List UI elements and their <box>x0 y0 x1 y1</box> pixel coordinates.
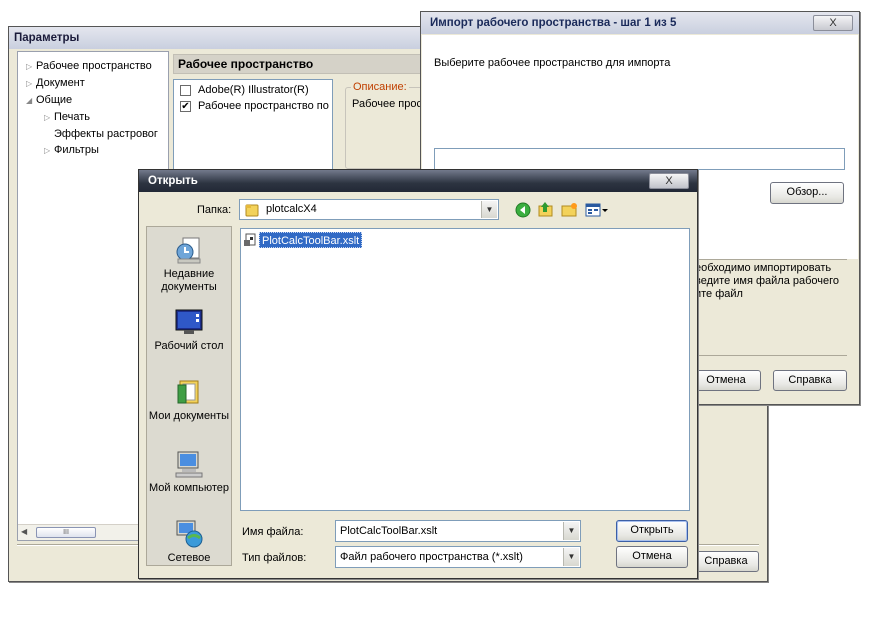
tree-item[interactable]: ▷ Печать <box>20 109 158 126</box>
close-icon: X <box>665 175 673 187</box>
open-titlebar[interactable]: Открыть <box>139 170 697 192</box>
close-icon: X <box>829 17 837 29</box>
scroll-left-arrow-icon[interactable]: ◀ <box>21 527 27 536</box>
import-prompt: Выберите рабочее пространство для импорт… <box>434 57 671 69</box>
tree-item[interactable]: Эффекты растровог <box>20 126 158 142</box>
import-titlebar[interactable]: Импорт рабочего пространства - шаг 1 из … <box>421 12 859 34</box>
folder-label: Папка: <box>197 204 232 216</box>
back-icon[interactable] <box>515 202 531 218</box>
tree-item[interactable]: ▷ Фильтры <box>20 142 158 159</box>
info-line: ите файл <box>695 288 743 300</box>
workspace-item[interactable]: ✔ Рабочее пространство по <box>180 98 329 114</box>
expander-icon[interactable]: ▷ <box>26 76 36 92</box>
help-button-params[interactable]: Справка <box>693 551 759 572</box>
import-title: Импорт рабочего пространства - шаг 1 из … <box>430 17 677 29</box>
expander-icon[interactable]: ◢ <box>26 93 36 109</box>
view-menu-icon[interactable] <box>585 202 609 218</box>
tree-item-label: Общие <box>36 94 73 106</box>
place-recent[interactable]: Недавние документы <box>147 235 231 294</box>
import-cancel-button[interactable]: Отмена <box>691 370 761 391</box>
my-documents-icon <box>177 380 199 404</box>
up-folder-icon[interactable] <box>537 201 555 217</box>
place-recent-label: Недавние документы <box>161 268 217 293</box>
open-close-button[interactable]: X <box>649 173 689 189</box>
folder-value: plotcalcX4 <box>266 203 317 215</box>
network-icon <box>176 520 203 548</box>
import-close-button[interactable]: X <box>813 15 853 31</box>
scroll-thumb[interactable]: III <box>36 527 96 538</box>
places-bar: Недавние документы Рабочий стол Мои доку… <box>146 226 232 566</box>
place-network-label: Сетевое <box>167 552 211 564</box>
tree-item-label: Документ <box>36 77 85 89</box>
desktop-icon <box>175 309 203 334</box>
place-my-documents[interactable]: Мои документы <box>147 377 231 423</box>
tree-item-label: Рабочее пространство <box>36 60 152 72</box>
settings-tree: ▷ Рабочее пространство ▷ Документ ◢ Общие ▷ Печ… <box>20 58 158 159</box>
expander-icon[interactable]: ▷ <box>44 110 54 126</box>
file-list[interactable]: PlotCalcToolBar.xslt <box>240 228 690 511</box>
new-folder-icon[interactable] <box>561 202 579 218</box>
tree-item[interactable]: ▷ Рабочее пространство <box>20 58 158 75</box>
xslt-file-icon <box>244 233 256 246</box>
filename-combo[interactable]: PlotCalcToolBar.xslt ▼ <box>335 520 581 542</box>
open-file-dialog: Открыть X Папка: plotcalcX4 ▼ Недавние д… <box>138 169 698 579</box>
help-label: Справка <box>788 374 832 386</box>
checkbox[interactable] <box>180 85 191 96</box>
folder-combo[interactable]: plotcalcX4 ▼ <box>239 199 499 220</box>
description-label: Описание: <box>351 81 409 93</box>
place-network[interactable]: Сетевое <box>147 519 231 565</box>
import-help-button[interactable]: Справка <box>773 370 847 391</box>
tree-item-label: Печать <box>54 111 91 123</box>
workspace-path-input[interactable] <box>434 148 845 170</box>
place-desktop[interactable]: Рабочий стол <box>147 307 231 353</box>
place-desktop-label: Рабочий стол <box>154 340 224 352</box>
tree-item[interactable]: ▷ Документ <box>20 75 158 92</box>
chevron-down-icon[interactable]: ▼ <box>563 548 579 566</box>
expander-icon[interactable]: ▷ <box>44 143 54 159</box>
place-my-computer-label: Мой компьютер <box>148 482 230 494</box>
open-cancel-button[interactable]: Отмена <box>616 546 688 568</box>
import-info-text: еобходимо импортировать ведите имя файла … <box>695 262 839 301</box>
filetype-value: Файл рабочего пространства (*.xslt) <box>340 551 523 563</box>
my-computer-icon <box>175 451 203 478</box>
open-label: Открыть <box>630 524 674 536</box>
chevron-down-icon[interactable]: ▼ <box>563 522 579 540</box>
workspace-item-label: Рабочее пространство по <box>198 100 329 112</box>
chevron-down-icon[interactable]: ▼ <box>481 201 497 218</box>
section-header: Рабочее пространство <box>173 54 433 74</box>
workspace-item-label: Adobe(R) Illustrator(R) <box>198 84 309 96</box>
cancel-label: Отмена <box>706 374 746 386</box>
filetype-label: Тип файлов: <box>242 552 307 564</box>
recent-documents-icon <box>176 237 201 264</box>
open-title: Открыть <box>148 175 198 187</box>
help-label: Справка <box>704 555 748 567</box>
place-my-documents-label: Мои документы <box>148 410 230 422</box>
cancel-label: Отмена <box>632 550 672 562</box>
workspace-listbox[interactable]: Adobe(R) Illustrator(R) ✔ Рабочее простран… <box>173 79 333 174</box>
tree-item-label: Эффекты растровог <box>54 128 158 140</box>
tree-item[interactable]: ◢ Общие <box>20 92 158 109</box>
expander-icon[interactable]: ▷ <box>26 59 36 75</box>
info-line: еобходимо импортировать <box>695 262 832 274</box>
scroll-thumb-grip: III <box>63 529 69 536</box>
checkbox[interactable]: ✔ <box>180 101 191 112</box>
filename-value: PlotCalcToolBar.xslt <box>340 525 438 537</box>
info-line: ведите имя файла рабочего <box>695 275 840 287</box>
folder-icon <box>245 204 259 217</box>
workspace-item[interactable]: Adobe(R) Illustrator(R) <box>180 82 329 98</box>
section-title: Рабочее пространство <box>178 57 314 71</box>
description-group: Описание: Рабочее простр <box>345 81 433 169</box>
filename-label: Имя файла: <box>242 526 304 538</box>
open-button[interactable]: Открыть <box>616 520 688 542</box>
tree-item-label: Фильтры <box>54 144 99 156</box>
parameters-title: Параметры <box>14 32 80 44</box>
file-name: PlotCalcToolBar.xslt <box>259 232 363 248</box>
filetype-combo[interactable]: Файл рабочего пространства (*.xslt) ▼ <box>335 546 581 568</box>
browse-button[interactable]: Обзор... <box>770 182 844 204</box>
place-my-computer[interactable]: Мой компьютер <box>147 449 231 495</box>
browse-label: Обзор... <box>786 186 828 198</box>
